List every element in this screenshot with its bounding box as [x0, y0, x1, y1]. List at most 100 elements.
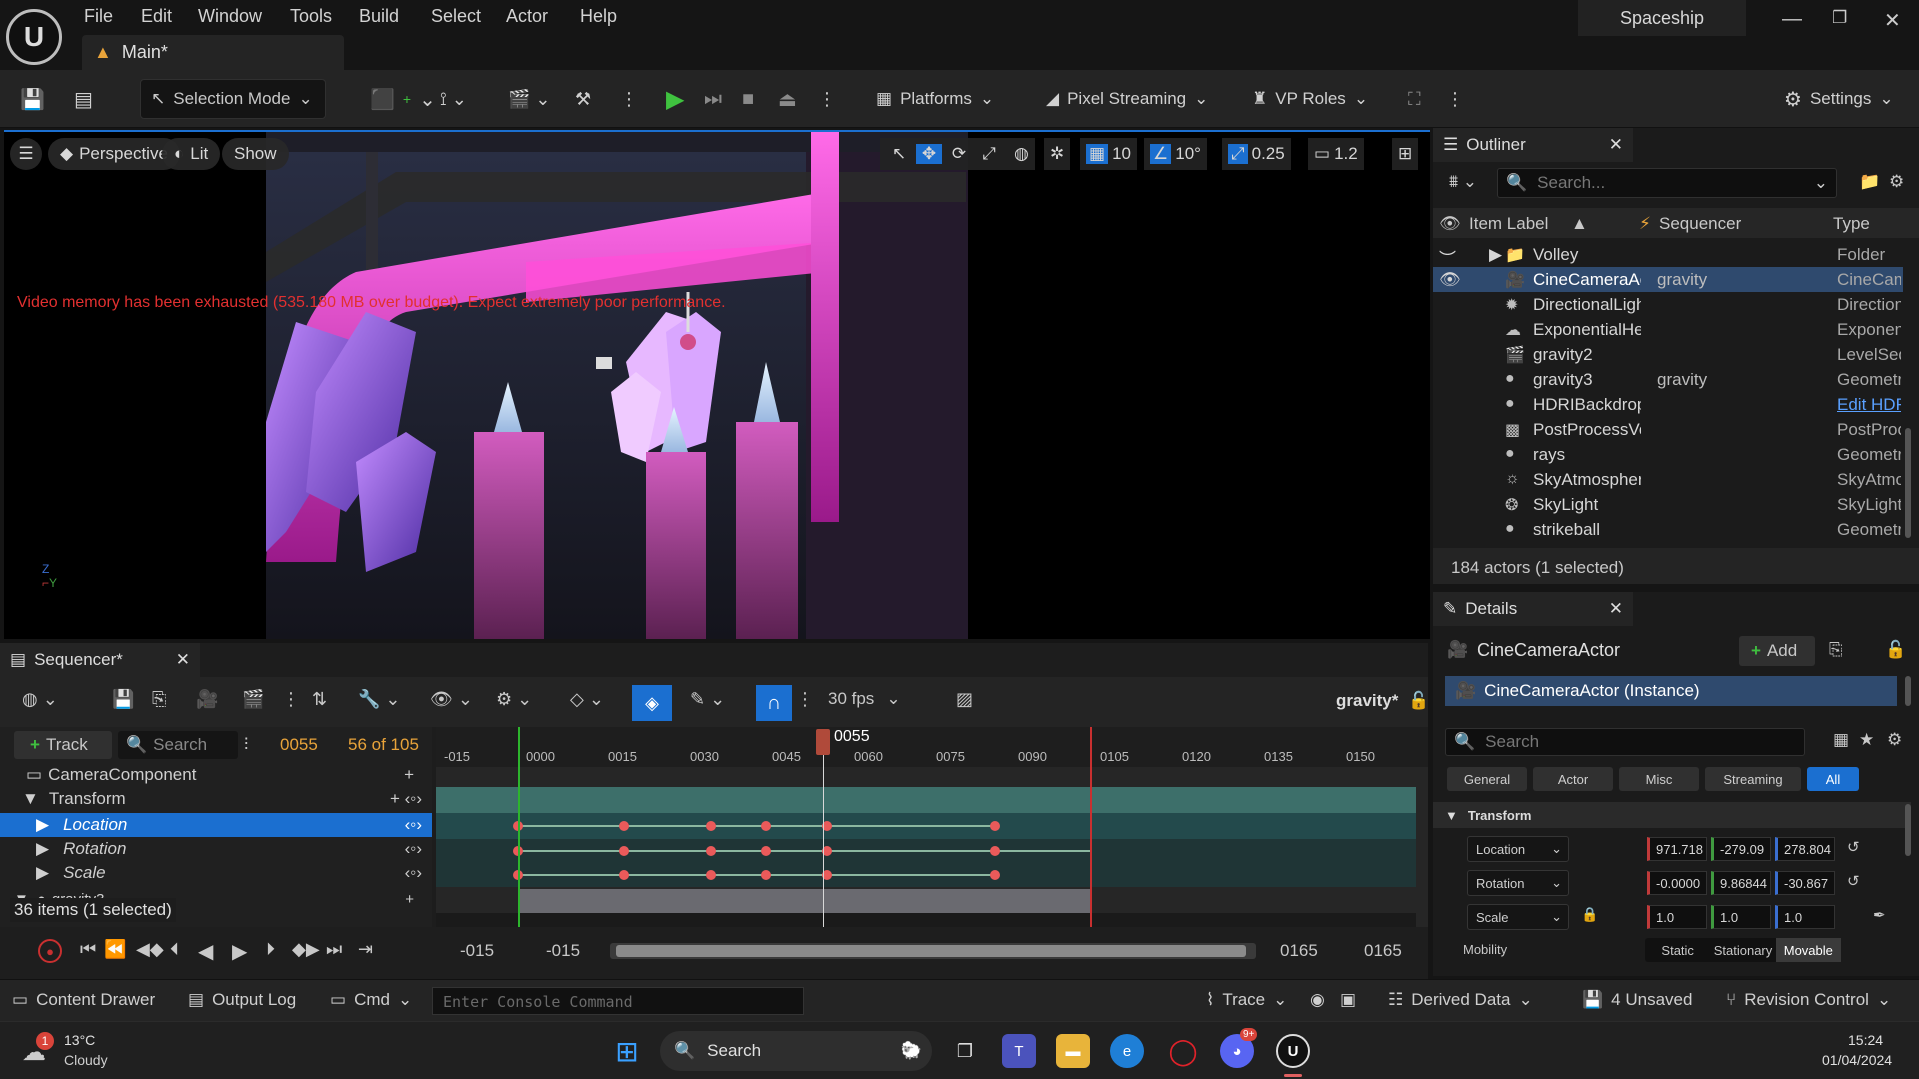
lock-icon[interactable]: 🔓	[1885, 640, 1906, 660]
mobility-static[interactable]: Static	[1645, 938, 1710, 962]
details-settings-icon[interactable]: ⚙	[1887, 730, 1902, 750]
select-arrow-icon[interactable]: ↖	[886, 144, 912, 164]
go-to-end-icon[interactable]: ⏭	[326, 939, 342, 960]
translate-icon[interactable]: ✥	[916, 144, 942, 164]
angle-snap-button[interactable]: ∠ 10°	[1144, 138, 1207, 170]
cmd-dropdown[interactable]: ▭ Cmd ⌄	[330, 990, 412, 1010]
outliner-row[interactable]: 🎬 gravity2 LevelSequenceActor	[1433, 342, 1903, 367]
loop-icon[interactable]: ⇥	[358, 939, 373, 960]
minimize-icon[interactable]: —	[1782, 8, 1802, 31]
trace-dropdown[interactable]: ⌇ Trace ⌄	[1206, 990, 1287, 1010]
gravity3-section[interactable]	[518, 889, 1090, 913]
perspective-button[interactable]: ◆ Perspective	[48, 138, 180, 170]
category-streaming[interactable]: Streaming	[1705, 767, 1801, 791]
close-tab-icon[interactable]: ✕	[1609, 599, 1623, 619]
keyframe[interactable]	[761, 821, 771, 831]
snap-more-icon[interactable]: ⋮	[796, 689, 814, 710]
record-icon[interactable]: ●	[38, 939, 62, 963]
revision-control-button[interactable]: ⑂ Revision Control ⌄	[1726, 990, 1891, 1010]
screenshot-icon[interactable]: ▣	[1340, 990, 1356, 1010]
reset-rotation-icon[interactable]: ↺	[1847, 872, 1860, 890]
curve-editor-icon[interactable]: ⇅	[312, 689, 327, 710]
keyframe[interactable]	[619, 846, 629, 856]
category-all[interactable]: All	[1807, 767, 1859, 791]
edit-mode-icon[interactable]: ✎ ⌄	[690, 689, 725, 710]
mobility-stationary[interactable]: Stationary	[1710, 938, 1775, 962]
key-icon[interactable]: ◇ ⌄	[570, 689, 604, 710]
tab-sequencer[interactable]: ▤ Sequencer* ✕	[0, 643, 200, 677]
cinematics-icon[interactable]: 🎬 ⌄	[508, 80, 551, 118]
col-item-label[interactable]: Item Label	[1469, 214, 1548, 234]
transform-section[interactable]	[436, 787, 1416, 813]
outliner-row[interactable]: ☼ SkyAtmosphere SkyAtmosphere	[1433, 467, 1903, 492]
grid-snap-button[interactable]: ▦ 10	[1080, 138, 1137, 170]
menu-select[interactable]: Select	[431, 6, 481, 27]
view-options-icon[interactable]: 👁 ⌄	[430, 689, 473, 710]
menu-tools[interactable]: Tools	[290, 6, 332, 27]
platforms-button[interactable]: ▦ Platforms ⌄	[876, 80, 994, 118]
location-x-input[interactable]: 971.718	[1647, 837, 1707, 861]
keyframe[interactable]	[990, 821, 1000, 831]
save-icon[interactable]: 💾	[20, 80, 45, 118]
outliner-row[interactable]: ● HDRIBackdrop Edit HDRIBackdrop	[1433, 392, 1903, 417]
key-nav-icon[interactable]: ‹◦›	[405, 815, 422, 835]
outliner-settings-icon[interactable]: ⚙	[1889, 172, 1904, 192]
rotation-z-input[interactable]: -30.867	[1775, 871, 1835, 895]
lock-scale-icon[interactable]: 🔒	[1581, 906, 1598, 923]
add-key-icon[interactable]: +	[404, 765, 414, 785]
derived-data-button[interactable]: ☷ Derived Data ⌄	[1388, 990, 1533, 1010]
tab-details[interactable]: ✎ Details ✕	[1433, 592, 1633, 626]
view-range-end[interactable]: 0165	[1364, 941, 1402, 961]
menu-file[interactable]: File	[84, 6, 113, 27]
viewport-layout-icon[interactable]: ⊞	[1392, 138, 1419, 170]
next-key-icon[interactable]: ◆▶	[292, 939, 320, 960]
actions-icon[interactable]: 🔧 ⌄	[358, 689, 401, 710]
edit-hdri-link[interactable]: Edit HDRIBackdrop	[1837, 395, 1901, 415]
timeline-area[interactable]: -015 0000 0015 0030 0045 0060 0075 0090 …	[436, 727, 1428, 927]
clock-date[interactable]: 01/04/2024	[1822, 1052, 1892, 1068]
playback-options-icon[interactable]: ⚙ ⌄	[496, 689, 532, 710]
add-key-icon[interactable]: + ‹◦›	[390, 789, 422, 809]
keyframe[interactable]	[706, 821, 716, 831]
details-search-input[interactable]: 🔍 Search	[1445, 728, 1805, 756]
outliner-row[interactable]: ☁ ExponentialHeightFog ExponentialHeight…	[1433, 317, 1903, 342]
rotation-y-input[interactable]: 9.86844	[1711, 871, 1771, 895]
scale-z-input[interactable]: 1.0	[1775, 905, 1835, 929]
outliner-row[interactable]: ● rays GeometryCollectionActor	[1433, 442, 1903, 467]
add-folder-icon[interactable]: 📁	[1859, 172, 1880, 192]
scale-dropdown[interactable]: Scale ⌄	[1467, 904, 1569, 930]
lock-icon[interactable]: 🔓	[1408, 691, 1429, 711]
vp-roles-button[interactable]: ♜ VP Roles ⌄	[1252, 80, 1368, 118]
lit-button[interactable]: ◐ Lit	[162, 138, 221, 170]
record-trace-icon[interactable]: ◉	[1310, 990, 1325, 1010]
selection-mode-dropdown[interactable]: ↖ Selection Mode ⌄	[140, 79, 326, 119]
outliner-scrollbar[interactable]	[1905, 428, 1911, 538]
save-sequence-icon[interactable]: 💾	[112, 689, 134, 710]
expand-icon[interactable]: ▶	[36, 815, 49, 835]
go-to-start-icon[interactable]: ⏮	[80, 939, 96, 960]
find-asset-icon[interactable]: ⎘	[152, 689, 166, 710]
filter-icon[interactable]: ⩩ ⌄	[1449, 172, 1477, 192]
step-icon[interactable]: ⏭	[704, 80, 722, 118]
tab-outliner[interactable]: ☰ Outliner ✕	[1433, 128, 1633, 162]
teams-icon[interactable]: T	[1002, 1034, 1036, 1068]
restore-icon[interactable]: ❐	[1832, 8, 1847, 28]
menu-edit[interactable]: Edit	[141, 6, 172, 27]
blueprint-icon[interactable]: ⎘	[1829, 640, 1843, 660]
track-transform[interactable]: ▼ Transform + ‹◦›	[0, 787, 432, 811]
keyframe[interactable]	[990, 846, 1000, 856]
taskbar-search[interactable]: 🔍 Search 🐑	[660, 1031, 932, 1071]
unsaved-button[interactable]: 💾 4 Unsaved	[1582, 990, 1692, 1010]
keyframe[interactable]	[990, 870, 1000, 880]
toolbar-more-icon[interactable]: ⋮	[1446, 80, 1464, 118]
menu-window[interactable]: Window	[198, 6, 262, 27]
opera-icon[interactable]: ◯	[1166, 1034, 1200, 1068]
settings-button[interactable]: ⚙ Settings ⌄	[1784, 80, 1894, 118]
location-y-input[interactable]: -279.09	[1711, 837, 1771, 861]
keyframe[interactable]	[619, 821, 629, 831]
col-sequencer[interactable]: Sequencer	[1659, 214, 1741, 234]
track-search-input[interactable]: 🔍 Search	[118, 731, 238, 759]
details-scrollbar[interactable]	[1905, 804, 1911, 856]
category-general[interactable]: General	[1447, 767, 1527, 791]
step-forward-icon[interactable]: ⏵	[266, 939, 275, 960]
